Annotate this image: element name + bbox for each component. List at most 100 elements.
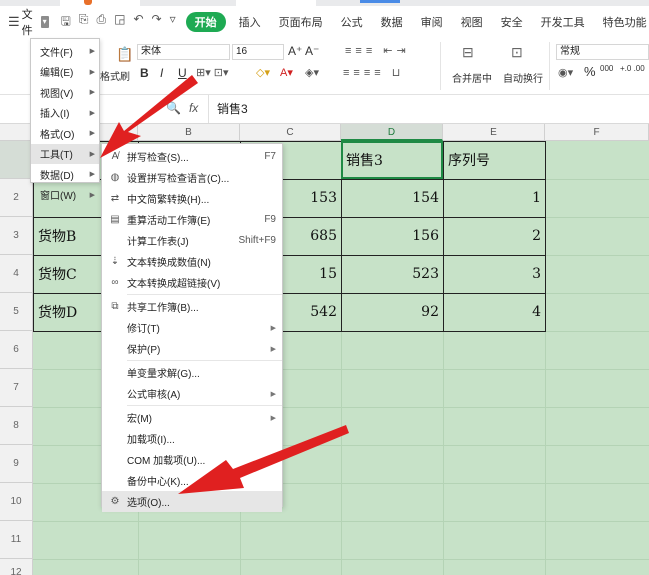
table-cell[interactable]: 523 [341,255,443,293]
row-header[interactable]: 9 [0,445,33,483]
redo-icon[interactable]: ↷ [152,12,162,33]
tab-developer[interactable]: 开发工具 [532,14,594,30]
tab-review[interactable]: 审阅 [412,14,452,30]
formula-icons: 🔍 fx [166,101,198,115]
menu-item-file[interactable]: 文件(F) ▶ [31,41,99,62]
table-cell[interactable]: 序列号 [443,141,545,179]
menu-item-window[interactable]: 窗口(W) ▶ [31,185,99,206]
row-header[interactable]: 11 [0,521,33,559]
column-header-e[interactable]: E [443,124,545,141]
table-cell[interactable]: 4 [443,293,545,331]
menu-item-goal-seek[interactable]: 单变量求解(G)... [102,362,282,383]
row-header[interactable]: 4 [0,255,33,293]
tab-start[interactable]: 开始 [185,12,226,32]
menu-item-text-to-hyperlink[interactable]: ∞ 文本转换成超链接(V) [102,272,282,293]
fill-color-icon[interactable]: ◇▾ [256,66,270,79]
spacer-icon [108,342,122,356]
save-icon[interactable]: 🖫 [61,12,71,33]
align-horizontal-icons[interactable]: ≡≡≡≡ ⊔ [343,66,404,79]
font-name-select[interactable]: 宋体 [137,44,230,60]
menu-item-macro[interactable]: 宏(M) ▶ [102,407,282,428]
merge-center-label[interactable]: 合并居中 [452,70,492,85]
menu-item-recalc-workbook[interactable]: ▤ 重算活动工作簿(E) F9 [102,209,282,230]
table-cell[interactable]: 3 [443,255,545,293]
tab-view[interactable]: 视图 [452,14,492,30]
wrap-text-label[interactable]: 自动换行 [503,70,543,85]
tab-page-layout[interactable]: 页面布局 [270,14,332,30]
select-all-corner[interactable] [0,124,33,141]
function-icon[interactable]: fx [189,101,198,115]
decimal-button[interactable]: +.0 .00 [620,64,645,73]
row-header[interactable]: 6 [0,331,33,369]
menu-item-edit[interactable]: 编辑(E) ▶ [31,62,99,83]
tab-insert[interactable]: 插入 [230,14,270,30]
row-header[interactable] [0,141,33,179]
format-painter-label[interactable]: 格式刷 [100,68,130,83]
file-menu-button[interactable]: ☰ 文件 ▾ [0,6,49,38]
tab-formula[interactable]: 公式 [332,14,372,30]
percent-button[interactable]: % [584,64,596,79]
row-header[interactable]: 12 [0,559,33,575]
menu-item-backup-center[interactable]: 备份中心(K)... [102,470,282,491]
menu-item-chinese-convert[interactable]: ⇄ 中文简繁转换(H)... [102,188,282,209]
menu-item-options[interactable]: ⚙ 选项(O)... [102,491,282,512]
menu-item-format[interactable]: 格式(O) ▶ [31,123,99,144]
currency-icon[interactable]: ◉▾ [558,66,573,79]
menu-item-calc-sheet[interactable]: 计算工作表(J) Shift+F9 [102,230,282,251]
chevron-down-icon[interactable]: ▾ [40,16,49,28]
italic-button[interactable]: I [160,66,163,80]
table-cell[interactable]: 154 [341,179,443,217]
menu-item-revisions[interactable]: 修订(T) ▶ [102,317,282,338]
tab-security[interactable]: 安全 [492,14,532,30]
menu-item-formula-audit[interactable]: 公式审核(A) ▶ [102,383,282,404]
wrap-text-icon[interactable]: ⊡ [511,44,523,61]
row-header[interactable]: 10 [0,483,33,521]
print-icon[interactable]: ⎙ [97,12,107,33]
shortcut-label: F7 [264,151,276,162]
column-header-c[interactable]: C [240,124,341,141]
menu-item-view[interactable]: 视图(V) ▶ [31,82,99,103]
number-format-select[interactable]: 常规 [556,44,649,60]
tab-data[interactable]: 数据 [372,14,412,30]
zoom-icon[interactable]: 🔍 [166,101,181,115]
menu-item-protect[interactable]: 保护(P) ▶ [102,338,282,359]
table-cell[interactable]: 2 [443,217,545,255]
column-header-b[interactable]: B [138,124,240,141]
menu-item-insert[interactable]: 插入(I) ▶ [31,103,99,124]
font-color-icon[interactable]: A▾ [280,66,293,79]
merge-center-icon[interactable]: ⊟ [462,44,474,61]
increase-font-icon[interactable]: A⁺ A⁻ [288,44,319,58]
export-icon[interactable]: ⎘ [79,12,89,33]
menu-item-share-workbook[interactable]: ⧉ 共享工作簿(B)... [102,296,282,317]
bold-button[interactable]: B [140,66,149,80]
menu-item-text-to-number[interactable]: ⇣ 文本转换成数值(N) [102,251,282,272]
customize-icon[interactable]: ▿ [170,12,176,33]
menu-item-spellcheck[interactable]: A̸ 拼写检查(S)... F7 [102,146,282,167]
font-size-select[interactable]: 16 [232,44,284,60]
row-header[interactable]: 3 [0,217,33,255]
column-header-f[interactable]: F [545,124,649,141]
border-icon[interactable]: ⊞▾ ⊡▾ [196,66,229,79]
row-header[interactable]: 5 [0,293,33,331]
menu-item-addins[interactable]: 加载项(I)... [102,428,282,449]
menu-item-data[interactable]: 数据(D) ▶ [31,164,99,185]
paste-icon[interactable]: 📋 [116,46,133,63]
menu-item-com-addins[interactable]: COM 加载项(U)... [102,449,282,470]
table-cell[interactable]: 92 [341,293,443,331]
table-cell[interactable]: 1 [443,179,545,217]
underline-button[interactable]: U [178,66,187,80]
formula-input[interactable]: 销售3 [208,95,248,123]
align-top-icons[interactable]: ≡≡≡ ⇤⇥ [345,44,410,57]
print-preview-icon[interactable]: ◲ [114,12,125,33]
row-header[interactable]: 2 [0,179,33,217]
menu-item-spell-language[interactable]: ◍ 设置拼写检查语言(C)... [102,167,282,188]
table-cell[interactable]: 156 [341,217,443,255]
thousands-button[interactable]: 000 [600,64,613,73]
row-header[interactable]: 8 [0,407,33,445]
undo-icon[interactable]: ↶ [133,12,143,33]
row-header[interactable]: 7 [0,369,33,407]
menu-item-tools[interactable]: 工具(T) ▶ [31,143,99,164]
tab-special[interactable]: 特色功能 [594,14,649,30]
clear-format-icon[interactable]: ◈▾ [305,66,319,79]
column-header-d[interactable]: D [341,124,443,141]
